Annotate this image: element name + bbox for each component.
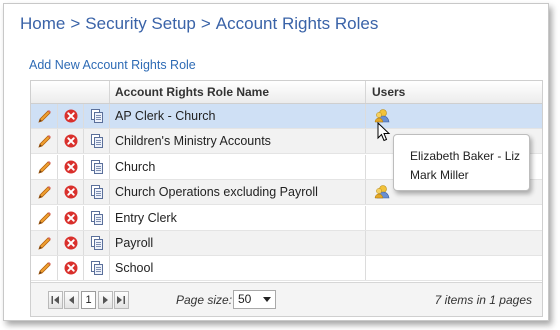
delete-circle-icon[interactable] [64,160,78,174]
pager-info: 7 items in 1 pages [434,293,532,307]
pencil-icon[interactable] [37,236,52,251]
breadcrumb-home[interactable]: Home [20,14,65,33]
next-page-button[interactable] [98,291,113,309]
delete-cell[interactable] [58,256,84,281]
users-cell [366,104,542,128]
table-row[interactable]: Entry Clerk [31,205,542,231]
user-group-icon[interactable] [374,108,390,123]
delete-circle-icon[interactable] [64,211,78,225]
users-cell [366,256,542,280]
delete-circle-icon[interactable] [64,261,78,275]
copy-document-icon[interactable] [91,134,104,149]
pencil-icon[interactable] [37,185,52,200]
delete-circle-icon[interactable] [64,236,78,250]
pager: 1 Page size: 50 7 items in 1 pages [31,282,542,316]
table-row[interactable]: AP Clerk - Church [31,104,542,129]
copy-document-icon[interactable] [91,210,104,225]
copy-cell[interactable] [84,104,110,128]
delete-circle-icon[interactable] [64,134,78,148]
edit-cell[interactable] [31,104,58,128]
delete-cell[interactable] [58,129,84,154]
users-tooltip: Elizabeth Baker - Liz Mark Miller [393,134,530,191]
grid-header: Account Rights Role Name Users [31,81,542,104]
delete-cell[interactable] [58,180,84,205]
users-cell [366,206,542,230]
edit-cell[interactable] [31,205,58,230]
edit-cell[interactable] [31,256,58,281]
role-name-column-header[interactable]: Account Rights Role Name [110,81,366,103]
edit-cell[interactable] [31,154,58,179]
pencil-icon[interactable] [37,134,52,149]
copy-document-icon[interactable] [91,261,104,276]
delete-circle-icon[interactable] [64,185,78,199]
previous-page-button[interactable] [64,291,79,309]
page-size-label: Page size: [176,293,233,307]
table-row[interactable]: School [31,256,542,282]
copy-cell[interactable] [84,154,110,179]
previous-page-icon [68,296,74,304]
role-name: Church [110,154,366,179]
add-new-role-link[interactable]: Add New Account Rights Role [29,58,196,72]
edit-cell[interactable] [31,129,58,154]
edit-cell[interactable] [31,180,58,205]
breadcrumb-separator: > [200,14,211,33]
mouse-cursor-icon [377,122,391,142]
users-cell [366,231,542,255]
copy-cell[interactable] [84,256,110,281]
pencil-icon[interactable] [37,211,52,226]
role-name: Children's Ministry Accounts [110,129,366,154]
breadcrumb-current-page: Account Rights Roles [215,14,379,33]
user-group-icon[interactable] [374,184,390,199]
delete-circle-icon[interactable] [64,109,78,123]
tooltip-user: Mark Miller [410,168,469,182]
pencil-icon[interactable] [37,109,52,124]
copy-cell[interactable] [84,231,110,255]
users-column-header[interactable]: Users [366,81,542,103]
next-page-icon [102,296,108,304]
copy-document-icon[interactable] [91,185,104,200]
copy-document-icon[interactable] [91,236,104,250]
breadcrumb: Home > Security Setup > Account Rights Roles [20,14,378,36]
copy-document-icon[interactable] [91,109,104,123]
role-name: Church Operations excluding Payroll [110,180,366,205]
last-page-button[interactable] [114,291,129,309]
breadcrumb-security-setup[interactable]: Security Setup [85,14,196,33]
role-name: Payroll [110,231,366,255]
table-row[interactable]: Payroll [31,231,542,256]
delete-cell[interactable] [58,205,84,230]
tooltip-user: Elizabeth Baker - Liz [410,149,521,163]
pencil-icon[interactable] [37,160,52,175]
role-name: Entry Clerk [110,205,366,230]
copy-document-icon[interactable] [91,159,104,174]
delete-cell[interactable] [58,104,84,128]
pencil-icon[interactable] [37,261,52,276]
page-size-value: 50 [238,292,252,306]
actions-column-header [31,81,110,103]
page-number-input[interactable]: 1 [81,291,96,309]
first-page-icon [51,296,59,304]
delete-cell[interactable] [58,154,84,179]
page-size-select[interactable]: 50 [233,290,276,309]
last-page-icon [117,296,125,304]
copy-cell[interactable] [84,205,110,230]
copy-cell[interactable] [84,129,110,154]
delete-cell[interactable] [58,231,84,255]
app-frame: Home > Security Setup > Account Rights Roles… [3,3,549,321]
copy-cell[interactable] [84,180,110,205]
chevron-down-icon [263,297,271,302]
role-name: AP Clerk - Church [110,104,366,128]
role-name: School [110,256,366,281]
first-page-button[interactable] [48,291,63,309]
breadcrumb-separator: > [70,14,81,33]
roles-grid: Account Rights Role Name Users AP Clerk … [30,80,543,317]
edit-cell[interactable] [31,231,58,255]
